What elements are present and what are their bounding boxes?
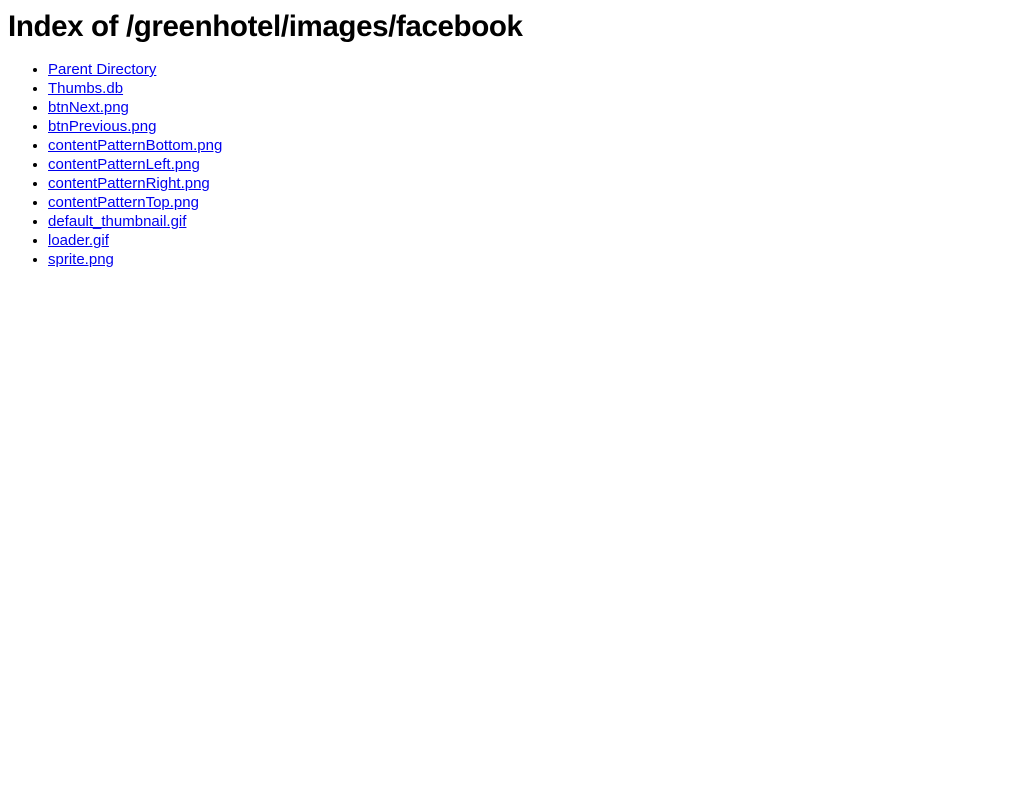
directory-link-parent-directory[interactable]: Parent Directory xyxy=(48,61,156,78)
list-item: Parent Directory xyxy=(48,60,1016,79)
list-item: loader.gif xyxy=(48,231,1016,250)
list-item: btnNext.png xyxy=(48,98,1016,117)
directory-index-page: Index of /greenhotel/images/facebook Par… xyxy=(0,0,1024,277)
directory-link-sprite-png[interactable]: sprite.png xyxy=(48,251,114,268)
list-item: contentPatternTop.png xyxy=(48,193,1016,212)
directory-link-btnprevious-png[interactable]: btnPrevious.png xyxy=(48,118,156,135)
directory-link-contentpatternright-png[interactable]: contentPatternRight.png xyxy=(48,175,210,192)
list-item: default_thumbnail.gif xyxy=(48,212,1016,231)
list-item: sprite.png xyxy=(48,250,1016,269)
directory-link-contentpatterntop-png[interactable]: contentPatternTop.png xyxy=(48,194,199,211)
list-item: btnPrevious.png xyxy=(48,117,1016,136)
directory-link-default-thumbnail-gif[interactable]: default_thumbnail.gif xyxy=(48,213,186,230)
directory-link-loader-gif[interactable]: loader.gif xyxy=(48,232,109,249)
list-item: Thumbs.db xyxy=(48,79,1016,98)
directory-link-contentpatternleft-png[interactable]: contentPatternLeft.png xyxy=(48,156,200,173)
directory-link-contentpatternbottom-png[interactable]: contentPatternBottom.png xyxy=(48,137,222,154)
directory-listing: Parent Directory Thumbs.db btnNext.png b… xyxy=(8,60,1016,269)
list-item: contentPatternRight.png xyxy=(48,174,1016,193)
page-title: Index of /greenhotel/images/facebook xyxy=(8,10,523,43)
directory-link-btnnext-png[interactable]: btnNext.png xyxy=(48,99,129,116)
list-item: contentPatternLeft.png xyxy=(48,155,1016,174)
list-item: contentPatternBottom.png xyxy=(48,136,1016,155)
directory-link-thumbs-db[interactable]: Thumbs.db xyxy=(48,80,123,97)
